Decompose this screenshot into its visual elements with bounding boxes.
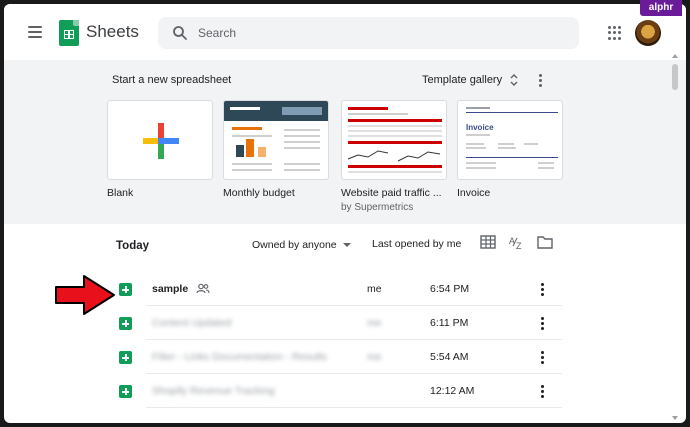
template-name: Invoice — [457, 187, 491, 199]
file-owner: me — [367, 351, 382, 363]
spreadsheet-file-icon — [119, 351, 132, 364]
file-name[interactable]: Shopify Revenue Tracking — [152, 385, 275, 397]
file-owner: me — [367, 317, 382, 329]
search-input[interactable] — [198, 23, 558, 43]
plus-icon — [143, 123, 179, 159]
row-divider — [146, 407, 562, 408]
svg-text:Z: Z — [516, 241, 522, 249]
template-thumbnail-monthly-budget[interactable] — [223, 100, 329, 180]
template-name: Website paid traffic ... — [341, 187, 442, 199]
file-row[interactable]: Filter - Links Documentation - Results m… — [104, 340, 562, 374]
red-arrow-annotation-icon — [55, 275, 115, 315]
spreadsheet-file-icon — [119, 283, 132, 296]
template-card-invoice[interactable]: Invoice Invoice — [457, 100, 563, 199]
traffic-preview-graphic — [347, 107, 442, 173]
top-header: Sheets — [4, 4, 686, 60]
template-name: Monthly budget — [223, 187, 295, 199]
scroll-up-arrow-icon[interactable] — [672, 54, 678, 58]
template-name: Blank — [107, 187, 134, 199]
template-gallery-button[interactable]: Template gallery — [416, 69, 524, 91]
file-last-opened: 12:12 AM — [430, 385, 475, 397]
file-name[interactable]: Content Updated — [152, 317, 231, 329]
file-last-opened: 6:54 PM — [430, 283, 470, 295]
file-row[interactable]: sample me 6:54 PM — [104, 272, 562, 306]
file-row[interactable]: Content Updated me 6:11 PM — [104, 306, 562, 340]
more-options-icon[interactable] — [536, 315, 548, 331]
more-options-icon[interactable] — [536, 349, 548, 365]
owner-filter-dropdown[interactable]: Owned by anyone — [252, 236, 351, 254]
template-card-monthly-budget[interactable]: Monthly budget — [223, 100, 329, 199]
spreadsheet-file-icon — [119, 385, 132, 398]
app-title[interactable]: Sheets — [86, 22, 139, 42]
more-options-icon[interactable] — [536, 383, 548, 399]
shared-people-icon — [196, 283, 210, 294]
search-icon[interactable] — [172, 25, 188, 41]
scrollbar-thumb[interactable] — [672, 64, 678, 90]
scroll-down-arrow-icon[interactable] — [672, 416, 678, 420]
file-name[interactable]: sample — [152, 283, 188, 295]
sort-az-icon[interactable]: A Z — [509, 235, 525, 249]
template-thumbnail-blank[interactable] — [107, 100, 213, 180]
file-owner: me — [367, 283, 382, 295]
sheets-logo-icon[interactable] — [59, 20, 79, 46]
invoice-preview-graphic: Invoice — [466, 107, 558, 169]
unfold-more-icon — [510, 74, 518, 86]
template-section-title: Start a new spreadsheet — [112, 74, 232, 86]
template-author: by Supermetrics — [341, 202, 414, 213]
owner-filter-label: Owned by anyone — [252, 239, 337, 251]
spreadsheet-file-icon — [119, 317, 132, 330]
file-name[interactable]: Filter - Links Documentation - Results — [152, 351, 327, 363]
grid-view-icon[interactable] — [480, 235, 496, 249]
main-menu-icon[interactable] — [28, 26, 42, 38]
account-avatar[interactable] — [635, 20, 661, 46]
template-card-website-paid-traffic[interactable]: Website paid traffic ... by Supermetrics — [341, 100, 447, 213]
template-gallery-label: Template gallery — [422, 74, 503, 86]
sort-order-button[interactable]: Last opened by me — [372, 238, 461, 250]
app-window: Sheets Start a new spreadsheet Template … — [4, 4, 686, 423]
template-section: Start a new spreadsheet Template gallery… — [4, 60, 686, 224]
template-thumbnail-website-paid-traffic[interactable] — [341, 100, 447, 180]
file-last-opened: 5:54 AM — [430, 351, 469, 363]
alphr-watermark-logo: alphr — [640, 0, 682, 16]
dropdown-caret-icon — [342, 243, 351, 247]
folder-icon[interactable] — [537, 235, 553, 249]
search-bar[interactable] — [158, 17, 579, 49]
budget-preview-graphic — [224, 101, 328, 171]
google-apps-icon[interactable] — [608, 26, 622, 40]
template-card-blank[interactable]: Blank — [107, 100, 213, 199]
more-options-icon[interactable] — [536, 281, 548, 297]
today-section-label: Today — [116, 240, 150, 252]
file-last-opened: 6:11 PM — [430, 317, 469, 329]
invoice-thumb-title: Invoice — [466, 123, 494, 132]
template-more-options-icon[interactable] — [532, 71, 548, 89]
template-thumbnail-invoice[interactable]: Invoice — [457, 100, 563, 180]
file-row[interactable]: Shopify Revenue Tracking 12:12 AM — [104, 374, 562, 408]
